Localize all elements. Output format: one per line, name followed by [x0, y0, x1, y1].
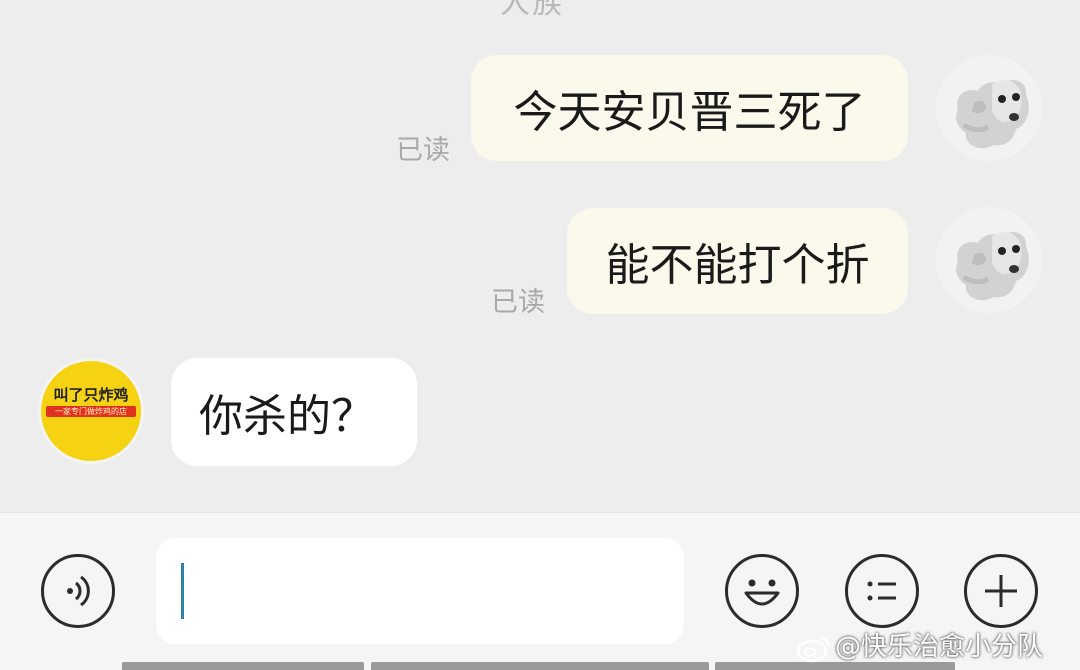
keyboard-top-edge: [715, 662, 955, 670]
plus-button[interactable]: [964, 554, 1038, 628]
voice-icon: [67, 575, 90, 607]
contact-avatar[interactable]: 叫了只炸鸡 一家专门做炸鸡的店: [38, 358, 144, 464]
partial-header-text: 人族: [500, 0, 564, 21]
dog-icon: [936, 207, 1042, 313]
emoji-button[interactable]: [725, 554, 799, 628]
weibo-icon: [796, 636, 831, 662]
dog-icon: [936, 55, 1042, 161]
plus-icon: [985, 575, 1017, 607]
read-status: 已读: [491, 287, 545, 318]
message-text: 你杀的？: [199, 391, 375, 442]
smiley-icon: [744, 579, 780, 606]
watermark: @快乐治愈小分队: [795, 626, 1043, 663]
voice-button[interactable]: [41, 554, 115, 628]
user-avatar[interactable]: [936, 207, 1042, 313]
shop-logo-name: 叫了只炸鸡: [53, 386, 129, 404]
message-bubble-incoming[interactable]: 你杀的？: [171, 358, 417, 466]
keyboard-top-edge: [371, 662, 709, 670]
text-caret: [181, 563, 184, 619]
message-bubble-outgoing[interactable]: 今天安贝晋三死了: [471, 55, 908, 161]
watermark-text: @快乐治愈小分队: [835, 632, 1044, 662]
keyboard-top-edge: [122, 662, 364, 670]
message-input[interactable]: [156, 538, 684, 644]
menu-button[interactable]: [845, 554, 919, 628]
chat-screen: 人族 已读 今天安贝晋三死了 已读 能不能打个折 叫了只炸鸡 一家专门做炸鸡的店…: [0, 0, 1080, 670]
shop-logo-tagline: 一家专门做炸鸡的店: [55, 407, 127, 416]
read-status: 已读: [396, 135, 450, 166]
message-text: 能不能打个折: [605, 240, 870, 291]
message-bubble-outgoing[interactable]: 能不能打个折: [567, 208, 908, 314]
message-list[interactable]: 人族 已读 今天安贝晋三死了 已读 能不能打个折 叫了只炸鸡 一家专门做炸鸡的店…: [0, 0, 1080, 512]
list-icon: [867, 581, 896, 601]
user-avatar[interactable]: [936, 55, 1042, 161]
message-text: 今天安贝晋三死了: [513, 87, 866, 138]
